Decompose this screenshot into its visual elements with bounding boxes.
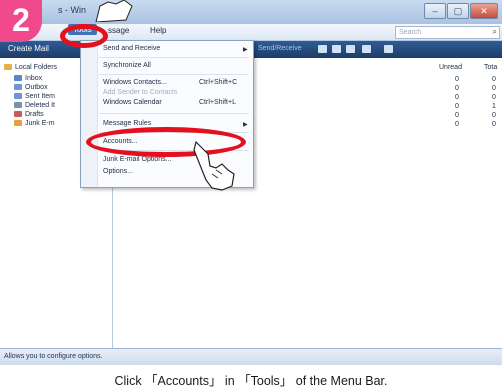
menu-message[interactable]: ssage bbox=[108, 26, 129, 35]
menu-item-junk-email-options[interactable]: Junk E-mail Options... bbox=[103, 156, 171, 163]
folder-label: Inbox bbox=[25, 75, 43, 82]
folder-label: Junk E-m bbox=[25, 120, 55, 127]
junk-email-icon bbox=[14, 120, 22, 127]
folder-icon bbox=[4, 64, 12, 71]
title-bar: s - Win – ▢ ✕ bbox=[0, 0, 502, 24]
addressbook-icon[interactable] bbox=[318, 45, 327, 53]
column-unread[interactable]: Unread bbox=[439, 64, 462, 71]
menu-gutter bbox=[81, 41, 98, 187]
submenu-arrow-icon: ▶ bbox=[243, 47, 248, 53]
menu-item-add-sender: Add Sender to Contacts bbox=[103, 89, 178, 96]
menu-separator bbox=[99, 74, 249, 75]
unread-count: 0 bbox=[455, 121, 459, 128]
menu-item-message-rules[interactable]: Message Rules bbox=[103, 120, 151, 127]
window-controls: – ▢ ✕ bbox=[424, 3, 498, 19]
unread-count: 0 bbox=[455, 94, 459, 101]
menu-separator bbox=[99, 57, 249, 58]
window-title: s - Win bbox=[58, 5, 86, 15]
find-icon[interactable] bbox=[362, 45, 371, 53]
unread-count: 0 bbox=[455, 85, 459, 92]
panes-icon[interactable] bbox=[384, 45, 393, 53]
unread-count: 0 bbox=[455, 112, 459, 119]
status-bar: Allows you to configure options. bbox=[0, 348, 502, 365]
total-count: 0 bbox=[492, 121, 496, 128]
tools-highlight-ring bbox=[60, 24, 108, 48]
status-text: Allows you to configure options. bbox=[4, 353, 103, 360]
menu-help[interactable]: Help bbox=[150, 26, 166, 35]
total-count: 0 bbox=[492, 112, 496, 119]
folder-item[interactable]: Deleted It bbox=[14, 102, 55, 109]
inbox-icon bbox=[14, 75, 22, 82]
drafts-icon bbox=[14, 111, 22, 118]
total-count: 0 bbox=[492, 94, 496, 101]
step-badge: 2 bbox=[0, 0, 42, 42]
total-count: 1 bbox=[492, 103, 496, 110]
unread-count: 0 bbox=[455, 103, 459, 110]
create-mail-button[interactable]: Create Mail bbox=[4, 43, 53, 55]
folder-local-folders[interactable]: Local Folders bbox=[4, 64, 57, 71]
folder-item[interactable]: Inbox bbox=[14, 75, 42, 82]
search-icon: ⌕ bbox=[492, 27, 497, 36]
menu-item-send-receive[interactable]: Send and Receive bbox=[103, 45, 160, 52]
unread-count: 0 bbox=[455, 76, 459, 83]
pointing-hand-icon bbox=[95, 0, 133, 22]
menu-item-windows-calendar[interactable]: Windows Calendar bbox=[103, 99, 162, 106]
instruction-caption: Click 「Accounts」 in 「Tools」 of the Menu … bbox=[114, 374, 388, 388]
column-total[interactable]: Tota bbox=[484, 64, 497, 71]
folder-label: Outbox bbox=[25, 84, 48, 91]
sent-items-icon bbox=[14, 93, 22, 100]
pointing-hand-icon bbox=[193, 140, 235, 191]
send-receive-button[interactable]: Send/Receive bbox=[258, 43, 302, 55]
total-count: 0 bbox=[492, 85, 496, 92]
shortcut-contacts: Ctrl+Shift+C bbox=[199, 79, 238, 86]
submenu-arrow-icon: ▶ bbox=[243, 122, 248, 128]
menu-item-synchronize-all[interactable]: Synchronize All bbox=[103, 62, 151, 69]
total-count: 0 bbox=[492, 76, 496, 83]
menu-item-options[interactable]: Options... bbox=[103, 168, 133, 175]
shortcut-calendar: Ctrl+Shift+L bbox=[199, 99, 236, 106]
close-button[interactable]: ✕ bbox=[470, 3, 498, 19]
maximize-button[interactable]: ▢ bbox=[447, 3, 469, 19]
folder-label: Deleted It bbox=[25, 102, 55, 109]
search-placeholder: Search bbox=[399, 29, 422, 36]
calendar-icon[interactable] bbox=[332, 45, 341, 53]
minimize-button[interactable]: – bbox=[424, 3, 446, 19]
search-input[interactable]: Search ⌕ bbox=[395, 26, 500, 39]
outbox-icon bbox=[14, 84, 22, 91]
deleted-items-icon bbox=[14, 102, 22, 109]
folder-label: Sent Item bbox=[25, 93, 55, 100]
folder-item[interactable]: Outbox bbox=[14, 84, 48, 91]
mail-window: s - Win – ▢ ✕ Tools ssage Help Search ⌕ … bbox=[0, 0, 502, 365]
folder-item[interactable]: Junk E-m bbox=[14, 120, 55, 127]
menu-separator bbox=[99, 113, 249, 114]
menu-item-windows-contacts[interactable]: Windows Contacts... bbox=[103, 79, 167, 86]
folder-label: Drafts bbox=[25, 111, 44, 118]
contacts-icon[interactable] bbox=[346, 45, 355, 53]
folder-item[interactable]: Drafts bbox=[14, 111, 44, 118]
folder-item[interactable]: Sent Item bbox=[14, 93, 55, 100]
folder-label: Local Folders bbox=[15, 64, 58, 71]
